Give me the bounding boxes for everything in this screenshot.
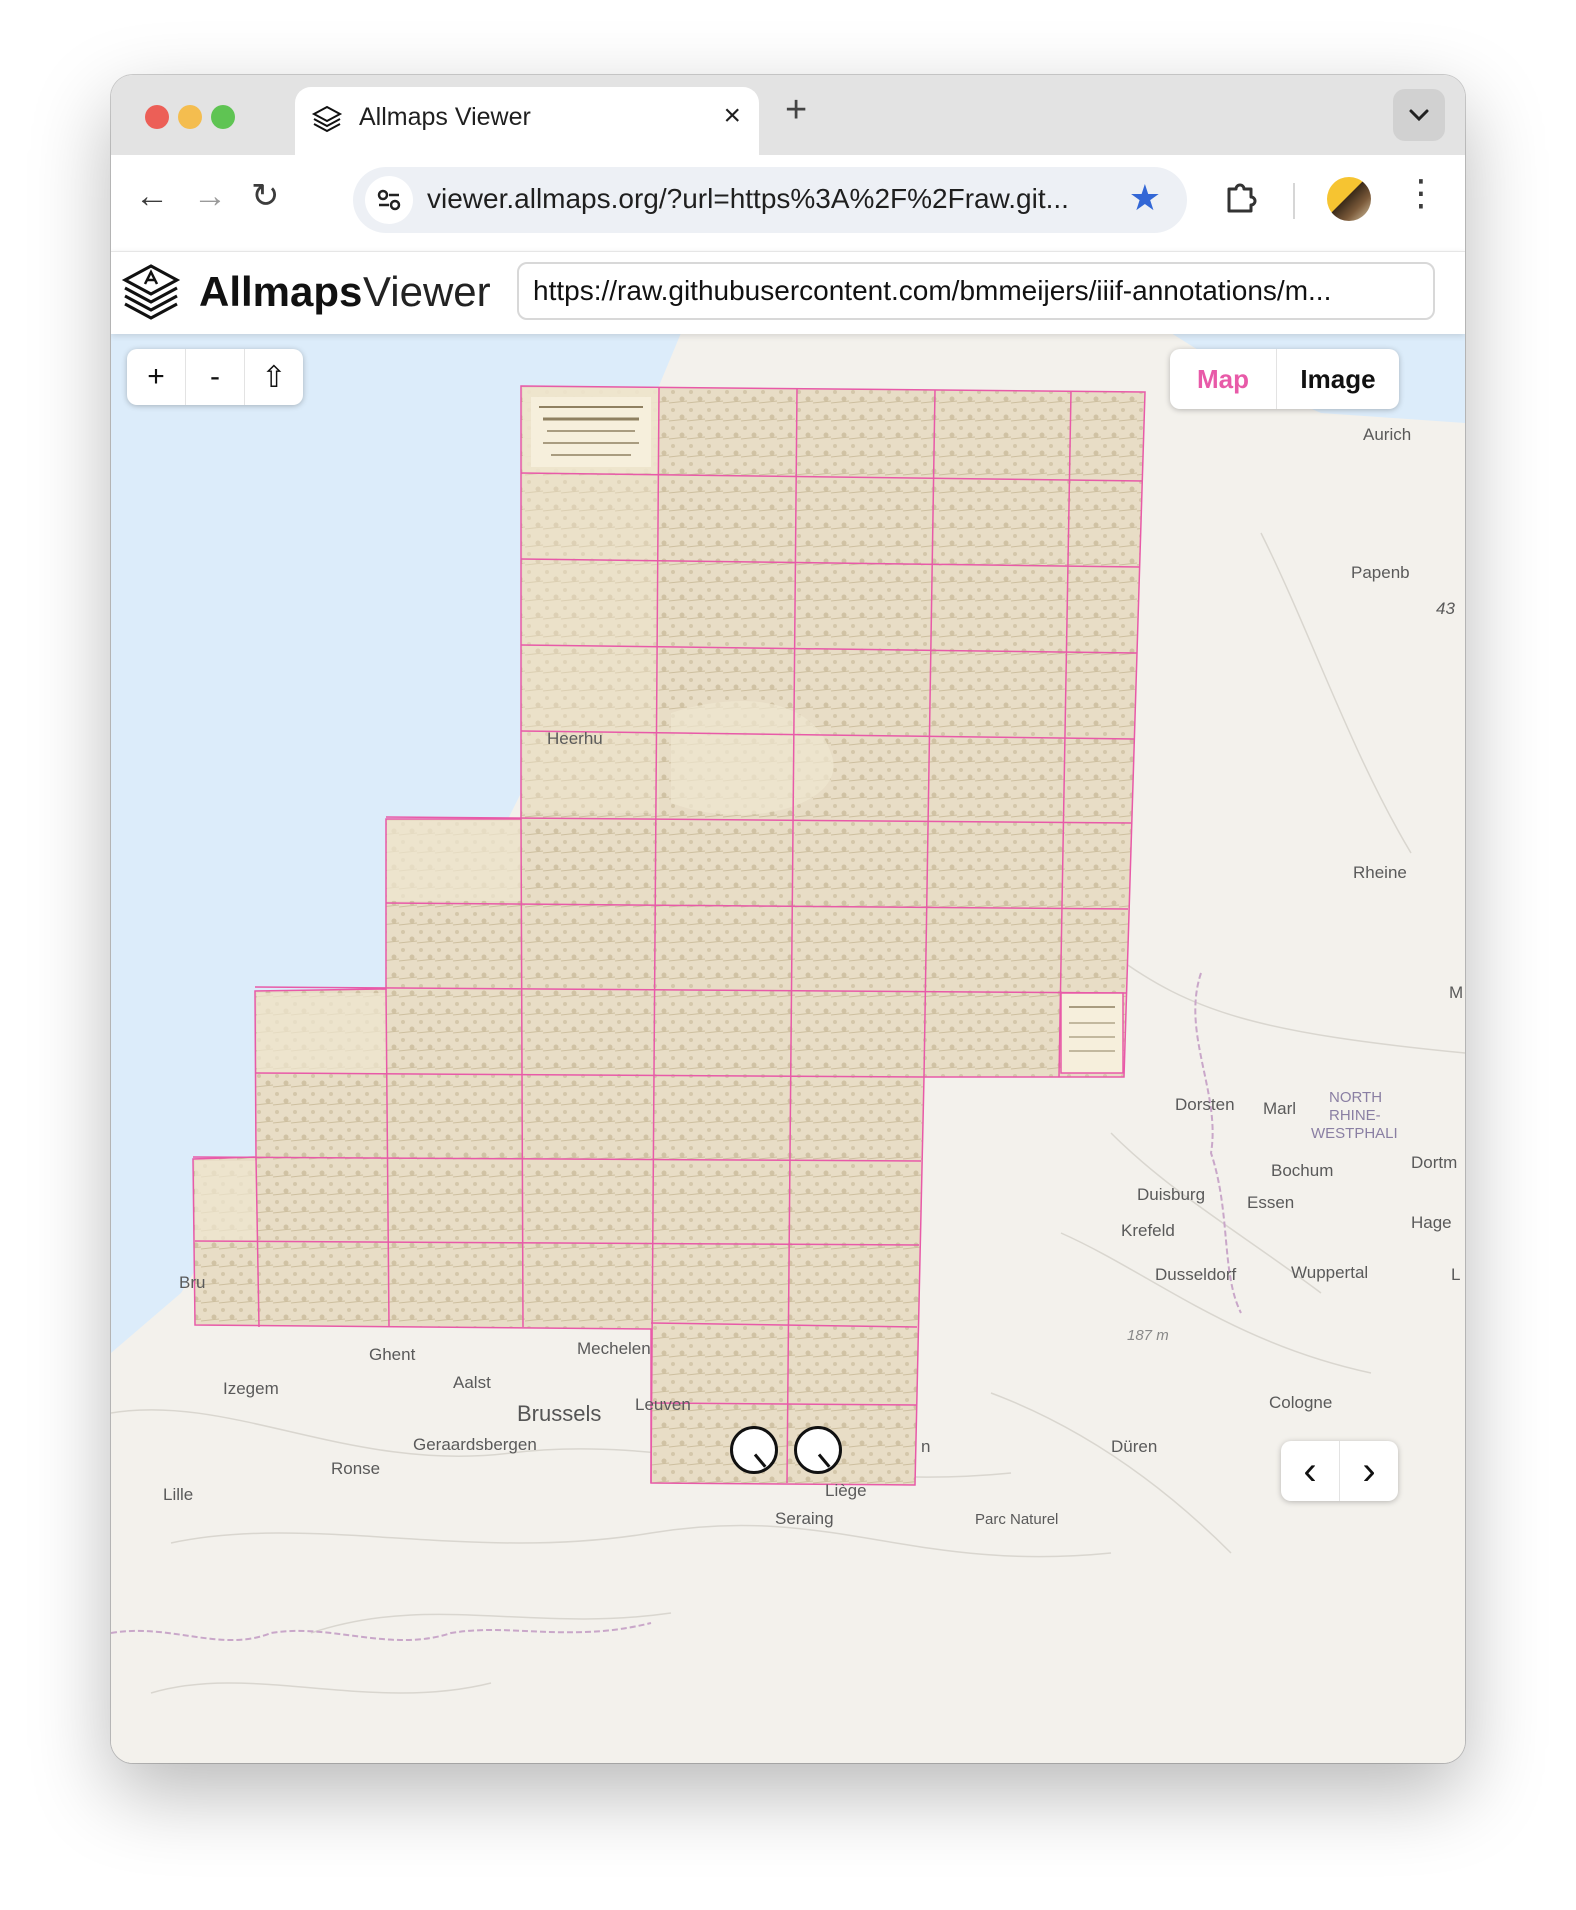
map-label: Liège: [825, 1481, 867, 1500]
map-label: Duisburg: [1137, 1185, 1206, 1204]
map-label: Düren: [1111, 1437, 1158, 1456]
bookmark-star-icon[interactable]: ★: [1129, 177, 1161, 219]
maximize-window-button[interactable]: [211, 105, 235, 129]
address-bar[interactable]: viewer.allmaps.org/?url=https%3A%2F%2Fra…: [353, 167, 1187, 233]
map-label: n: [921, 1437, 931, 1456]
chevron-down-icon: [1409, 109, 1429, 122]
map-label: Geraardsbergen: [413, 1435, 537, 1454]
tab-allmaps-viewer[interactable]: Allmaps Viewer ×: [295, 87, 759, 155]
reset-view-button[interactable]: ⇧: [245, 349, 303, 405]
map-label: Marl: [1263, 1099, 1297, 1118]
brand-suffix: Viewer: [363, 268, 491, 315]
extensions-icon[interactable]: [1221, 177, 1261, 222]
view-toggle: Map Image: [1170, 349, 1399, 409]
map-label: Cologne: [1269, 1393, 1333, 1412]
previous-button[interactable]: ‹: [1281, 1441, 1340, 1501]
map-view[interactable]: Aurich Papenb 43 Heerhu Rheine M Dorsten…: [111, 333, 1465, 1763]
map-label: Lille: [163, 1485, 194, 1504]
map-label: Dorsten: [1175, 1095, 1235, 1114]
map-label: Dusseldorf: [1155, 1265, 1237, 1284]
map-label: Ghent: [369, 1345, 416, 1364]
map-label: Heerhu: [547, 729, 603, 748]
map-label: Krefeld: [1121, 1221, 1175, 1240]
map-label: Bochum: [1271, 1161, 1334, 1180]
tab-title: Allmaps Viewer: [359, 103, 531, 131]
map-label: WESTPHALI: [1311, 1125, 1398, 1142]
map-label: L: [1451, 1265, 1461, 1284]
legend-sheet: [1060, 992, 1124, 1074]
title-cartouche: [531, 397, 651, 467]
close-window-button[interactable]: [145, 105, 169, 129]
map-label: Bru: [179, 1273, 206, 1292]
next-button[interactable]: ›: [1340, 1441, 1398, 1501]
profile-avatar[interactable]: [1327, 177, 1371, 221]
annotation-url-input[interactable]: [517, 262, 1435, 320]
georeferenced-map-overlay: [192, 385, 1146, 1486]
map-label: Hage: [1411, 1213, 1452, 1232]
map-label: Rheine: [1353, 863, 1407, 882]
magnifier-icon[interactable]: [794, 1426, 842, 1474]
back-button[interactable]: ←: [135, 179, 169, 213]
browser-toolbar: ← → ↻ viewer.allmaps.org/?url=https%3A%2…: [111, 155, 1465, 251]
new-tab-button[interactable]: +: [785, 91, 807, 129]
magnifier-icon[interactable]: [730, 1426, 778, 1474]
browser-menu-button[interactable]: ⋮: [1403, 175, 1439, 211]
map-view-button[interactable]: Map: [1170, 349, 1277, 409]
map-label: NORTH: [1329, 1089, 1383, 1106]
map-label: Papenb: [1351, 563, 1410, 582]
map-label: Izegem: [223, 1379, 279, 1398]
close-tab-icon[interactable]: ×: [723, 99, 741, 133]
map-label: Wuppertal: [1291, 1263, 1369, 1282]
map-label: Essen: [1247, 1193, 1295, 1212]
app-header: Allmaps Viewer: [111, 251, 1465, 334]
brand-name: Allmaps: [199, 268, 363, 315]
map-label: Parc Naturel: [975, 1511, 1059, 1528]
reload-button[interactable]: ↻: [251, 179, 280, 213]
zoom-controls: + - ⇧: [127, 349, 303, 405]
toolbar-divider: [1293, 183, 1295, 219]
map-label: Leuven: [635, 1395, 691, 1414]
map-label: Ronse: [331, 1459, 381, 1478]
tab-strip: Allmaps Viewer × +: [111, 75, 1465, 155]
map-label: 43: [1436, 599, 1455, 618]
address-text: viewer.allmaps.org/?url=https%3A%2F%2Fra…: [427, 183, 1069, 214]
map-sheets: [192, 385, 1146, 1486]
map-label: Mechelen: [577, 1339, 651, 1358]
map-label: Aalst: [453, 1373, 491, 1392]
minimize-window-button[interactable]: [178, 105, 202, 129]
zoom-out-button[interactable]: -: [186, 349, 245, 405]
sheet-navigation: ‹ ›: [1281, 1441, 1398, 1501]
image-view-button[interactable]: Image: [1277, 349, 1399, 409]
map-label: Brussels: [517, 1401, 602, 1426]
allmaps-logo: [119, 260, 183, 329]
allmaps-logo-icon: [311, 104, 343, 141]
zoom-in-button[interactable]: +: [127, 349, 186, 405]
map-label: M: [1449, 983, 1464, 1002]
map-label: Dortm: [1411, 1153, 1458, 1172]
site-settings-icon[interactable]: [365, 176, 413, 224]
map-label: Aurich: [1363, 425, 1412, 444]
map-label: 187 m: [1127, 1327, 1169, 1344]
browser-window: Allmaps Viewer × + ← → ↻ viewer.allmaps.…: [111, 75, 1465, 1763]
forward-button[interactable]: →: [193, 179, 227, 213]
map-label: RHINE-: [1329, 1107, 1381, 1124]
tab-search-button[interactable]: [1393, 89, 1445, 141]
map-label: Seraing: [775, 1509, 834, 1528]
